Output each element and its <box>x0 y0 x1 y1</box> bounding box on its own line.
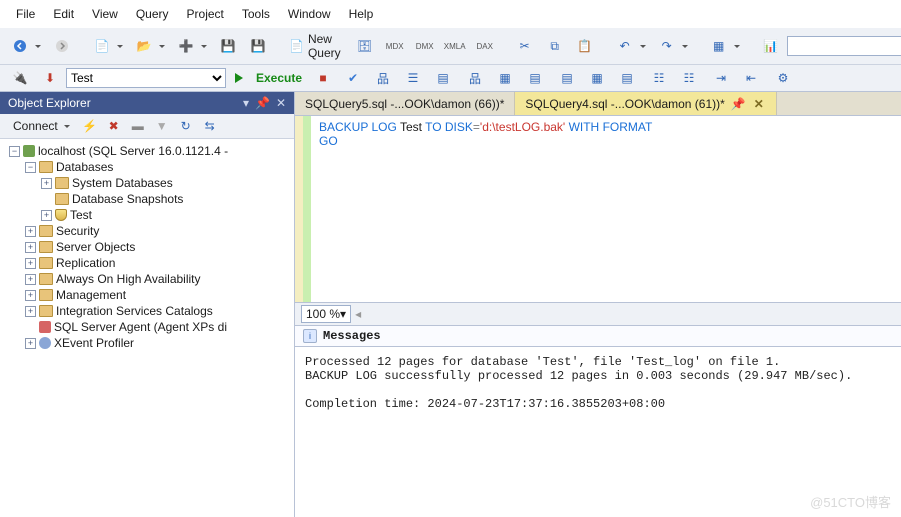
messages-output[interactable]: Processed 12 pages for database 'Test', … <box>295 347 901 517</box>
filter-icon[interactable]: ▼ <box>153 117 171 135</box>
tab-close-icon[interactable]: ✕ <box>752 97 766 111</box>
tab-sqlquery4[interactable]: SQLQuery4.sql -...OOK\damon (61))*📌✕ <box>515 92 776 115</box>
menu-bar: File Edit View Query Project Tools Windo… <box>0 0 901 28</box>
sync-icon[interactable]: ⇆ <box>201 117 219 135</box>
db-engine-query-icon[interactable]: 🗄 <box>351 35 379 57</box>
main-toolbar: 📄 📂 ➕ 💾 💾 📄New Query 🗄 MDX DMX XMLA DAX … <box>0 28 901 65</box>
new-query-button[interactable]: 📄New Query <box>284 30 349 62</box>
tree-aoha-node[interactable]: +Always On High Availability <box>2 271 292 287</box>
object-explorer-title: Object Explorer <box>8 96 91 110</box>
quick-launch-input[interactable] <box>787 36 901 56</box>
tree-databases-node[interactable]: −Databases <box>2 159 292 175</box>
tree-server-objects-node[interactable]: +Server Objects <box>2 239 292 255</box>
activity-monitor-icon[interactable]: 📊 <box>757 35 785 57</box>
object-explorer-toolbar: Connect ⚡ ✖ ▬ ▼ ↻ ⇆ <box>0 114 294 139</box>
tree-test-db-node[interactable]: +Test <box>2 207 292 223</box>
tree-security-node[interactable]: +Security <box>2 223 292 239</box>
stop-button[interactable]: ■ <box>309 67 337 89</box>
menu-tools[interactable]: Tools <box>234 4 278 24</box>
zoom-bar: 100 % ▾ ◂ <box>295 303 901 326</box>
menu-edit[interactable]: Edit <box>45 4 82 24</box>
tree-agent-node[interactable]: SQL Server Agent (Agent XPs di <box>2 319 292 335</box>
open-button[interactable]: 📂 <box>130 35 170 57</box>
messages-tab[interactable]: iMessages <box>295 326 901 347</box>
grid-button[interactable]: ▦ <box>705 35 745 57</box>
live-stats-icon[interactable]: ▦ <box>491 67 519 89</box>
available-db-icon[interactable]: ⬇ <box>36 67 64 89</box>
object-explorer-tree: −localhost (SQL Server 16.0.1121.4 - −Da… <box>0 139 294 517</box>
menu-query[interactable]: Query <box>128 4 177 24</box>
panel-close-icon[interactable]: ✕ <box>276 96 286 110</box>
database-selector[interactable]: Test <box>66 68 226 88</box>
mdx-icon[interactable]: MDX <box>381 35 409 57</box>
indent-icon[interactable]: ⇥ <box>707 67 735 89</box>
results-panel: iMessages Processed 12 pages for databas… <box>295 326 901 517</box>
nav-back-button[interactable] <box>6 35 46 57</box>
intellisense-icon[interactable]: ▤ <box>429 67 457 89</box>
comment-icon[interactable]: ☷ <box>645 67 673 89</box>
execute-button[interactable]: Execute <box>230 69 307 87</box>
tree-server-node[interactable]: −localhost (SQL Server 16.0.1121.4 - <box>2 143 292 159</box>
nav-forward-button[interactable] <box>48 35 76 57</box>
xmla-icon[interactable]: XMLA <box>441 35 469 57</box>
tree-management-node[interactable]: +Management <box>2 287 292 303</box>
code-editor[interactable]: BACKUP LOG Test TO DISK='d:\testLOG.bak'… <box>295 116 901 303</box>
editor-area: SQLQuery5.sql -...OOK\damon (66))* SQLQu… <box>295 92 901 517</box>
undo-button[interactable]: ↶ <box>611 35 651 57</box>
menu-view[interactable]: View <box>84 4 126 24</box>
outdent-icon[interactable]: ⇤ <box>737 67 765 89</box>
save-button[interactable]: 💾 <box>214 35 242 57</box>
tree-system-db-node[interactable]: +System Databases <box>2 175 292 191</box>
messages-icon: i <box>303 329 317 343</box>
uncomment-icon[interactable]: ☷ <box>675 67 703 89</box>
filter-settings-icon[interactable]: ▬ <box>129 117 147 135</box>
object-explorer-title-bar: Object Explorer ▾ 📌 ✕ <box>0 92 294 114</box>
dmx-icon[interactable]: DMX <box>411 35 439 57</box>
stop-icon[interactable]: ✖ <box>105 117 123 135</box>
new-item-button[interactable]: 📄 <box>88 35 128 57</box>
panel-pin-icon[interactable]: 📌 <box>255 96 270 110</box>
paste-button[interactable]: 📋 <box>571 35 599 57</box>
tab-sqlquery5[interactable]: SQLQuery5.sql -...OOK\damon (66))* <box>295 92 515 115</box>
results-text-icon[interactable]: ▤ <box>553 67 581 89</box>
change-connection-icon[interactable]: 🔌 <box>6 67 34 89</box>
query-options-icon[interactable]: ☰ <box>399 67 427 89</box>
client-stats-icon[interactable]: ▤ <box>521 67 549 89</box>
dax-icon[interactable]: DAX <box>471 35 499 57</box>
tree-snapshots-node[interactable]: Database Snapshots <box>2 191 292 207</box>
disconnect-icon[interactable]: ⚡ <box>81 117 99 135</box>
results-grid-icon[interactable]: ▦ <box>583 67 611 89</box>
menu-project[interactable]: Project <box>179 4 232 24</box>
parse-button[interactable]: ✔ <box>339 67 367 89</box>
include-plan-icon[interactable]: 品 <box>461 67 489 89</box>
specify-values-icon[interactable]: ⚙ <box>769 67 797 89</box>
copy-button[interactable]: ⧉ <box>541 35 569 57</box>
cut-button[interactable]: ✂ <box>511 35 539 57</box>
tree-isc-node[interactable]: +Integration Services Catalogs <box>2 303 292 319</box>
panel-dropdown-icon[interactable]: ▾ <box>243 96 249 110</box>
zoom-selector[interactable]: 100 % ▾ <box>301 305 351 323</box>
menu-window[interactable]: Window <box>280 4 339 24</box>
tab-pin-icon[interactable]: 📌 <box>731 97 746 111</box>
redo-button[interactable]: ↷ <box>653 35 693 57</box>
document-tabs: SQLQuery5.sql -...OOK\damon (66))* SQLQu… <box>295 92 901 116</box>
menu-file[interactable]: File <box>8 4 43 24</box>
results-file-icon[interactable]: ▤ <box>613 67 641 89</box>
display-plan-icon[interactable]: 品 <box>369 67 397 89</box>
sql-toolbar: 🔌 ⬇ Test Execute ■ ✔ 品 ☰ ▤ 品 ▦ ▤ ▤ ▦ ▤ ☷… <box>0 65 901 92</box>
tree-xevent-node[interactable]: +XEvent Profiler <box>2 335 292 351</box>
add-button[interactable]: ➕ <box>172 35 212 57</box>
save-all-button[interactable]: 💾 <box>244 35 272 57</box>
tree-replication-node[interactable]: +Replication <box>2 255 292 271</box>
menu-help[interactable]: Help <box>341 4 382 24</box>
object-explorer-panel: Object Explorer ▾ 📌 ✕ Connect ⚡ ✖ ▬ ▼ ↻ … <box>0 92 295 517</box>
connect-button[interactable]: Connect <box>8 117 75 135</box>
refresh-icon[interactable]: ↻ <box>177 117 195 135</box>
